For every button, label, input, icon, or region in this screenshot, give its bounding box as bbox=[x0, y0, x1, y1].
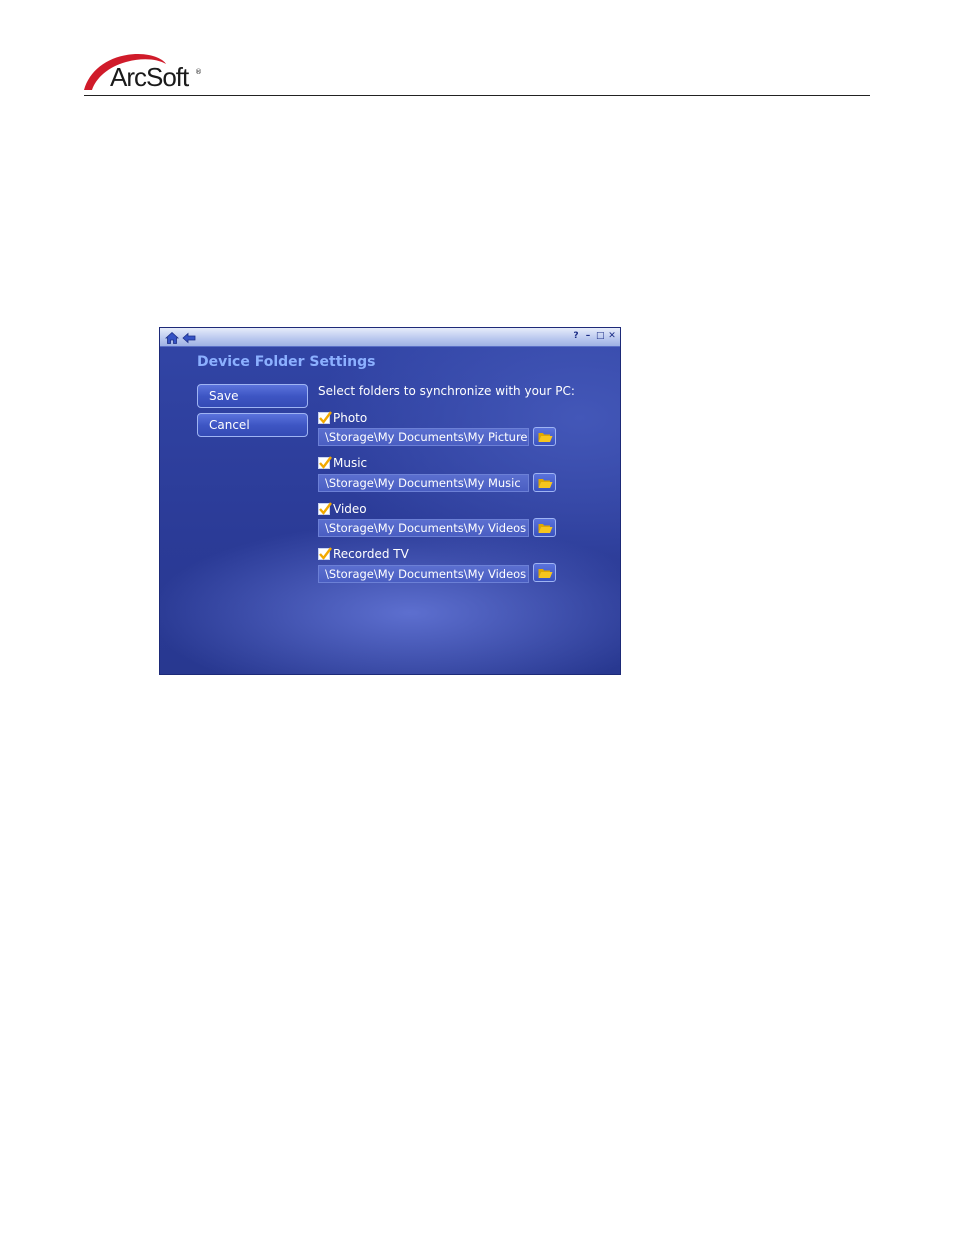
close-icon[interactable]: ✕ bbox=[608, 331, 616, 342]
video-browse-button[interactable] bbox=[533, 518, 556, 537]
folder-icon bbox=[538, 433, 553, 442]
save-button[interactable]: Save bbox=[197, 384, 308, 408]
back-arrow-icon[interactable] bbox=[182, 330, 196, 344]
music-path-field[interactable]: \Storage\My Documents\My Music bbox=[318, 474, 529, 492]
folder-row-video: Video bbox=[318, 501, 367, 516]
recorded-tv-path-field[interactable]: \Storage\My Documents\My Videos bbox=[318, 565, 529, 583]
music-label: Music bbox=[333, 455, 368, 470]
video-path-field[interactable]: \Storage\My Documents\My Videos bbox=[318, 519, 529, 537]
folder-icon bbox=[538, 569, 553, 578]
folder-row-recorded-tv: Recorded TV bbox=[318, 546, 409, 561]
checkmark-icon bbox=[319, 455, 332, 469]
music-checkbox[interactable] bbox=[318, 455, 332, 469]
window-titlebar: ? – □ ✕ bbox=[160, 328, 620, 347]
checkmark-icon bbox=[319, 410, 332, 424]
recorded-tv-checkbox[interactable] bbox=[318, 546, 332, 560]
device-folder-settings-window: ? – □ ✕ Device Folder Settings Save Canc… bbox=[159, 327, 621, 675]
arcsoft-logo: ArcSoft ® bbox=[82, 50, 212, 94]
home-icon[interactable] bbox=[164, 330, 180, 344]
logo-wordmark: ArcSoft bbox=[110, 62, 189, 92]
folder-row-photo: Photo bbox=[318, 410, 367, 425]
video-checkbox[interactable] bbox=[318, 501, 332, 515]
checkmark-icon bbox=[319, 501, 332, 515]
folder-icon bbox=[538, 524, 553, 533]
recorded-tv-label: Recorded TV bbox=[333, 546, 409, 561]
window-controls: ? – □ ✕ bbox=[572, 331, 616, 342]
video-label: Video bbox=[333, 501, 367, 516]
photo-path-field[interactable]: \Storage\My Documents\My Pictures bbox=[318, 428, 529, 446]
photo-checkbox[interactable] bbox=[318, 410, 332, 424]
music-browse-button[interactable] bbox=[533, 473, 556, 492]
cancel-button[interactable]: Cancel bbox=[197, 413, 308, 437]
header-divider bbox=[84, 95, 870, 96]
registered-mark: ® bbox=[195, 68, 202, 76]
help-icon[interactable]: ? bbox=[572, 331, 580, 342]
folder-icon bbox=[538, 479, 553, 488]
folder-row-music: Music bbox=[318, 455, 367, 470]
photo-label: Photo bbox=[333, 410, 368, 425]
sync-prompt: Select folders to synchronize with your … bbox=[318, 384, 575, 398]
photo-browse-button[interactable] bbox=[533, 427, 556, 446]
checkmark-icon bbox=[319, 546, 332, 560]
recorded-tv-browse-button[interactable] bbox=[533, 563, 556, 582]
window-title: Device Folder Settings bbox=[197, 354, 376, 370]
maximize-icon[interactable]: □ bbox=[596, 331, 605, 342]
minimize-icon[interactable]: – bbox=[584, 331, 592, 342]
